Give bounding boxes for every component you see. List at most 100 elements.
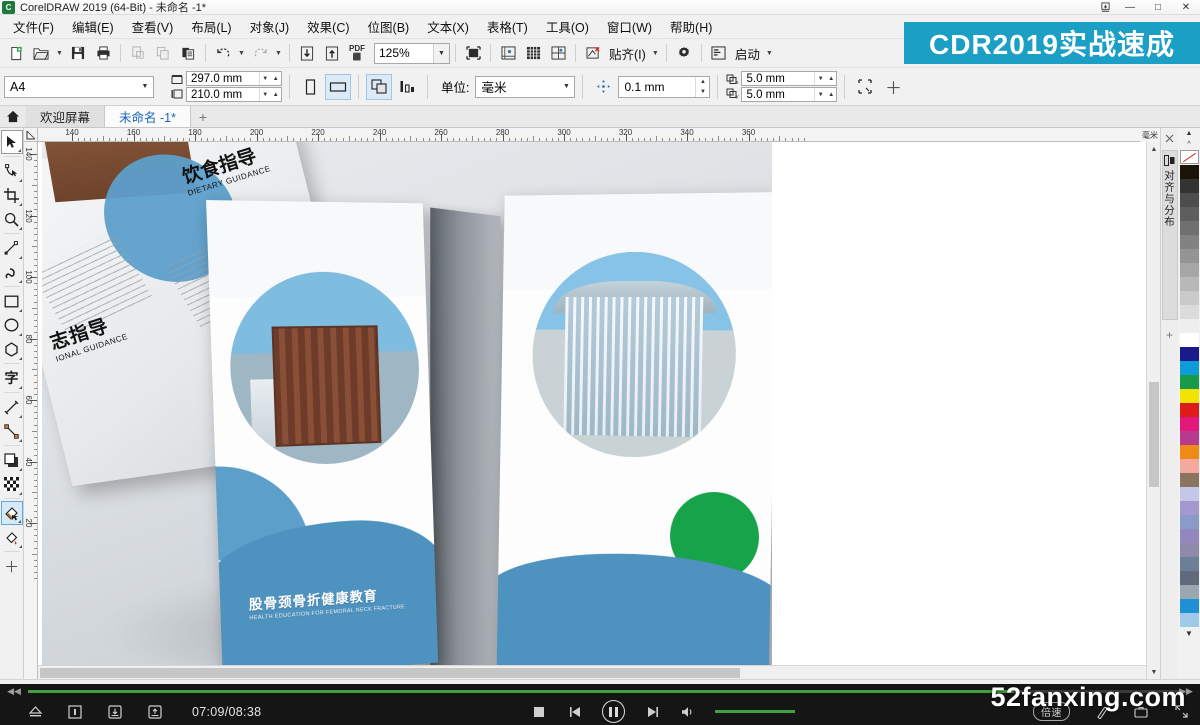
menu-view[interactable]: 查看(V) [123, 14, 183, 39]
tool-pick[interactable] [0, 130, 23, 154]
color-swatch[interactable] [1179, 305, 1199, 319]
print-icon[interactable] [91, 41, 115, 65]
color-swatch[interactable] [1179, 221, 1199, 235]
color-swatch[interactable] [1179, 431, 1199, 445]
scroll-down-icon[interactable]: ▼ [1147, 665, 1161, 679]
rewind-icon[interactable]: ◀◀ [0, 684, 28, 698]
palette-scroll-up-icon[interactable]: ▲ [1178, 128, 1200, 139]
show-grid-icon[interactable] [521, 41, 545, 65]
tool-transparency[interactable] [1, 472, 23, 496]
no-color-swatch[interactable] [1179, 150, 1199, 164]
open-folder-icon[interactable] [29, 41, 53, 65]
color-swatch[interactable] [1179, 445, 1199, 459]
color-swatch[interactable] [1179, 263, 1199, 277]
menu-tools[interactable]: 工具(O) [537, 14, 598, 39]
nudge-distance-input[interactable] [619, 76, 696, 97]
color-swatch[interactable] [1179, 473, 1199, 487]
color-swatch[interactable] [1179, 249, 1199, 263]
menu-edit[interactable]: 编辑(E) [63, 14, 123, 39]
options-gear-icon[interactable] [672, 41, 696, 65]
color-swatch[interactable] [1179, 375, 1199, 389]
color-swatch[interactable] [1179, 599, 1199, 613]
color-swatch[interactable] [1179, 543, 1199, 557]
menu-help[interactable]: 帮助(H) [661, 14, 721, 39]
unit-select[interactable]: 毫米 ▼ [475, 75, 576, 98]
tool-ellipse[interactable] [1, 313, 23, 337]
duplicate-x-spinner[interactable]: ▼ ▲ [814, 72, 836, 85]
open-recent-dropdown[interactable]: ▼ [54, 41, 65, 65]
eject-icon[interactable] [26, 703, 44, 721]
menu-window[interactable]: 窗口(W) [598, 14, 661, 39]
menu-bitmap[interactable]: 位图(B) [359, 14, 419, 39]
undo-arrow-icon[interactable] [211, 41, 235, 65]
tool-zoom[interactable] [1, 207, 23, 231]
menu-effects[interactable]: 效果(C) [298, 14, 358, 39]
drawing-canvas[interactable]: 志指导 IONAL GUIDANCE 饮食指导 DIETARY GUIDANCE… [38, 142, 1160, 679]
nudge-spinner[interactable]: ▲ ▼ [695, 76, 709, 97]
show-guides-icon[interactable] [546, 41, 570, 65]
color-swatch[interactable] [1179, 347, 1199, 361]
export-up-arrow-icon[interactable] [320, 41, 344, 65]
color-swatch[interactable] [1179, 515, 1199, 529]
page-width-spinner[interactable]: ▼ ▲ [259, 72, 281, 85]
horizontal-ruler[interactable]: 140 160 180 200 220 240 260 280 300 320 340 360 [24, 128, 1160, 142]
paste-icon[interactable] [176, 41, 200, 65]
tool-text[interactable]: 字 [1, 366, 23, 390]
color-swatch[interactable] [1179, 501, 1199, 515]
tool-fill[interactable] [0, 501, 23, 525]
duplicate-y-input[interactable] [742, 88, 815, 101]
close-button[interactable]: ✕ [1172, 0, 1200, 15]
color-swatch[interactable] [1179, 417, 1199, 431]
color-swatch[interactable] [1179, 389, 1199, 403]
palette-swatch-list[interactable] [1179, 165, 1199, 627]
zoom-input[interactable] [375, 43, 433, 63]
page-width-input[interactable] [187, 72, 259, 85]
vertical-scroll-thumb[interactable] [1149, 382, 1159, 487]
chevron-down-icon[interactable]: ▼ [558, 77, 574, 97]
color-swatch[interactable] [1179, 459, 1199, 473]
add-icon[interactable]: ＋ [880, 74, 906, 100]
undo-history-dropdown[interactable]: ▼ [236, 41, 247, 65]
page-height-field[interactable]: ▼▲ [186, 87, 282, 102]
snap-dropdown-icon[interactable]: ▼ [650, 41, 661, 65]
volume-icon[interactable] [679, 703, 697, 721]
home-icon[interactable] [0, 106, 26, 127]
landscape-orientation-icon[interactable] [325, 73, 351, 100]
publish-pdf-icon[interactable]: PDF ⬛ [345, 41, 369, 65]
page-height-input[interactable] [187, 88, 259, 101]
launch-label[interactable]: 启动 [732, 44, 763, 63]
page-size-select[interactable]: A4 ▼ [4, 75, 154, 98]
color-swatch[interactable] [1179, 207, 1199, 221]
stop-icon[interactable] [530, 703, 548, 721]
maximize-button[interactable]: □ [1144, 0, 1172, 15]
color-swatch[interactable] [1179, 361, 1199, 375]
menu-object[interactable]: 对象(J) [241, 14, 299, 39]
import-down-arrow-icon[interactable] [295, 41, 319, 65]
previous-track-icon[interactable] [566, 703, 584, 721]
color-swatch[interactable] [1179, 585, 1199, 599]
minimize-button[interactable]: — [1116, 0, 1144, 15]
color-swatch[interactable] [1179, 333, 1199, 347]
page-width-field[interactable]: ▼▲ [186, 71, 282, 86]
nudge-distance-field[interactable]: ▲▼ [618, 75, 711, 98]
tool-smart-fill[interactable] [1, 525, 23, 549]
docker-tab-align-distribute[interactable]: 对齐与分布 [1161, 150, 1178, 320]
menu-file[interactable]: 文件(F) [4, 14, 63, 39]
snap-label[interactable]: 贴齐(I) [606, 44, 649, 63]
all-pages-icon[interactable] [366, 73, 392, 100]
screen-capture-icon[interactable] [66, 703, 84, 721]
canvas-vertical-scrollbar[interactable]: ▲ ▼ [1146, 142, 1161, 679]
scroll-up-icon[interactable]: ▲ [1147, 142, 1161, 156]
redo-arrow-icon[interactable] [248, 41, 272, 65]
tool-connector[interactable] [1, 419, 23, 443]
redo-history-dropdown[interactable]: ▼ [273, 41, 284, 65]
color-swatch[interactable] [1179, 235, 1199, 249]
cut-icon[interactable] [126, 41, 150, 65]
close-icon[interactable] [1162, 130, 1178, 146]
page-height-spinner[interactable]: ▼ ▲ [259, 88, 281, 101]
volume-slider[interactable] [715, 710, 795, 713]
ruler-origin-icon[interactable] [24, 128, 38, 142]
snapshot-icon[interactable] [106, 703, 124, 721]
show-rulers-icon[interactable] [496, 41, 520, 65]
current-page-only-icon[interactable] [394, 74, 420, 100]
